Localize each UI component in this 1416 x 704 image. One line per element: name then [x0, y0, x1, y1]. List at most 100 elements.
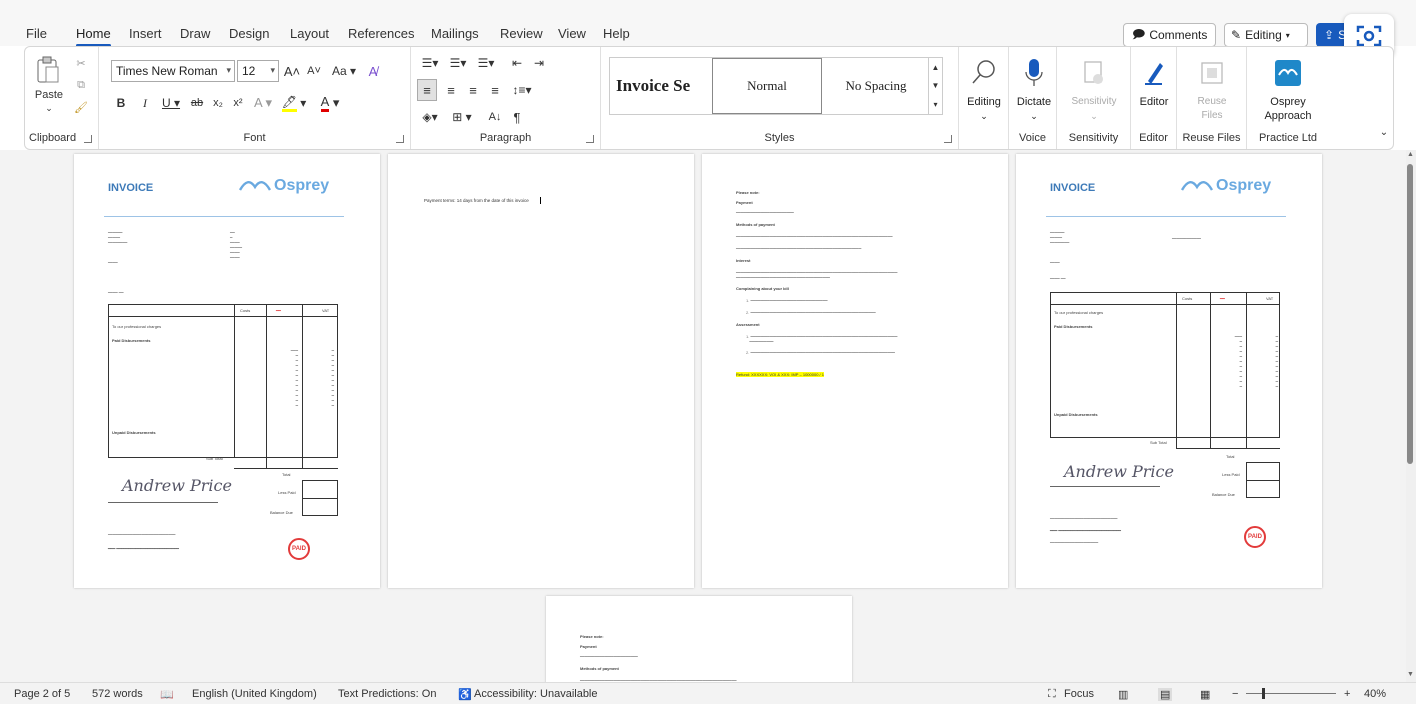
- styles-scroll-up-icon[interactable]: ▲: [928, 58, 942, 76]
- dictate-button[interactable]: Dictate ⌄: [1005, 55, 1063, 123]
- editor-button[interactable]: Editor: [1125, 55, 1183, 109]
- page-3[interactable]: Please note: Payment ━━━━━━━━━━━━━━━━━━━…: [702, 154, 1008, 588]
- justify-icon[interactable]: ≡: [485, 79, 505, 101]
- highlight-color-icon[interactable]: 🖊 ▾: [279, 93, 309, 113]
- tab-references[interactable]: References: [348, 26, 414, 41]
- focus-button[interactable]: Focus: [1064, 688, 1094, 700]
- align-left-icon[interactable]: ≡: [417, 79, 437, 101]
- shrink-font-icon[interactable]: A˅: [305, 61, 323, 81]
- zoom-slider[interactable]: [1246, 693, 1336, 694]
- collapse-ribbon-icon[interactable]: ⌄: [1377, 125, 1391, 139]
- format-painter-icon[interactable]: 🖌: [73, 99, 89, 115]
- sensitivity-button[interactable]: Sensitivity ⌄: [1065, 55, 1123, 123]
- document-canvas[interactable]: INVOICE Osprey ━━━━━━ ━━━━━ ━━━━━━━━ ━━ ━ ━━…: [0, 150, 1406, 682]
- language-status[interactable]: English (United Kingdom): [192, 688, 317, 700]
- sort-icon[interactable]: A↓: [485, 107, 505, 127]
- font-size-combo[interactable]: 12 ▾: [237, 60, 279, 82]
- zoom-level[interactable]: 40%: [1364, 688, 1386, 700]
- cut-icon[interactable]: ✂: [73, 55, 89, 71]
- page-2[interactable]: Payment terms: 14 days from the date of …: [388, 154, 694, 588]
- chevron-down-icon[interactable]: ⌄: [41, 103, 57, 114]
- styles-gallery: Invoice Se Normal No Spacing ▲ ▼ ▾: [609, 57, 943, 115]
- shading-icon[interactable]: ◈▾: [417, 107, 443, 127]
- change-case-icon[interactable]: Aa ▾: [329, 61, 359, 81]
- web-layout-icon[interactable]: ▦: [1200, 688, 1210, 701]
- paste-button[interactable]: Paste: [31, 89, 67, 101]
- copy-icon[interactable]: ⧉: [73, 77, 89, 93]
- comments-button[interactable]: 🗩 Comments: [1123, 23, 1216, 47]
- numbering-icon[interactable]: ☰▾: [445, 53, 471, 73]
- paragraph-launcher-icon[interactable]: [586, 135, 594, 143]
- align-right-icon[interactable]: ≡: [463, 79, 483, 101]
- multilevel-list-icon[interactable]: ☰▾: [473, 53, 499, 73]
- tab-file[interactable]: File: [26, 26, 47, 41]
- clipboard-launcher-icon[interactable]: [84, 135, 92, 143]
- reuse-files-button[interactable]: Reuse Files: [1183, 55, 1241, 123]
- styles-more-icon[interactable]: ▾: [928, 94, 942, 114]
- accessibility-status[interactable]: Accessibility: Unavailable: [474, 688, 598, 700]
- zoom-slider-thumb[interactable]: [1262, 688, 1265, 699]
- tab-home[interactable]: Home: [76, 26, 111, 47]
- brand-logo: Osprey: [238, 174, 329, 198]
- read-mode-icon[interactable]: ▥: [1118, 688, 1128, 701]
- invoice-no-text: ━━━━ ━━: [108, 290, 124, 295]
- page-count[interactable]: Page 2 of 5: [14, 688, 70, 700]
- font-launcher-icon[interactable]: [396, 135, 404, 143]
- style-invoice-section[interactable]: Invoice Se: [610, 58, 710, 114]
- decrease-indent-icon[interactable]: ⇤: [507, 53, 527, 73]
- text-predictions-status[interactable]: Text Predictions: On: [338, 688, 436, 700]
- osprey-approach-button[interactable]: Osprey Approach: [1259, 55, 1317, 123]
- align-center-icon[interactable]: ≡: [441, 79, 461, 101]
- paste-icon[interactable]: [33, 55, 63, 85]
- tab-view[interactable]: View: [558, 26, 586, 41]
- strikethrough-icon[interactable]: ab: [187, 93, 207, 113]
- table-col-rule: [266, 304, 267, 468]
- page-4[interactable]: INVOICE Osprey ━━━━━━ ━━━━━ ━━━━━━━━ ━━━━━…: [1016, 154, 1322, 588]
- subscript-icon[interactable]: x₂: [209, 93, 227, 113]
- editing-group: Editing ⌄: [959, 47, 1009, 149]
- header-rule: [104, 216, 344, 217]
- tab-help[interactable]: Help: [603, 26, 630, 41]
- print-layout-icon[interactable]: ▤: [1158, 688, 1173, 701]
- scroll-down-icon[interactable]: ▼: [1407, 671, 1414, 678]
- underline-icon[interactable]: U ▾: [159, 93, 183, 113]
- tab-design[interactable]: Design: [229, 26, 269, 41]
- font-color-icon[interactable]: A ▾: [315, 93, 345, 113]
- style-no-spacing[interactable]: No Spacing: [824, 58, 928, 114]
- show-formatting-icon[interactable]: ¶: [507, 107, 527, 127]
- focus-icon: ⛶: [1048, 688, 1056, 700]
- tab-review[interactable]: Review: [500, 26, 543, 41]
- grow-font-icon[interactable]: A˄: [283, 61, 301, 81]
- bank-details-text: ━━━ ━━━━━━━━━━━━━━━━━━━━━━━━━━: [1050, 528, 1121, 533]
- styles-launcher-icon[interactable]: [944, 135, 952, 143]
- bullets-icon[interactable]: ☰▾: [417, 53, 443, 73]
- proofing-icon[interactable]: 📖: [160, 688, 174, 701]
- tab-draw[interactable]: Draw: [180, 26, 210, 41]
- tab-mailings[interactable]: Mailings: [431, 26, 479, 41]
- italic-icon[interactable]: I: [137, 93, 153, 113]
- tab-insert[interactable]: Insert: [129, 26, 162, 41]
- scroll-up-icon[interactable]: ▲: [1407, 151, 1414, 158]
- line-spacing-icon[interactable]: ↕≡▾: [509, 79, 535, 101]
- scrollbar-thumb[interactable]: [1407, 164, 1413, 464]
- note-line: 2. ━━━━━━━━━━━━━━━━━━━━━━━━━━━━━━━━━━━━━…: [746, 350, 895, 355]
- page-1[interactable]: INVOICE Osprey ━━━━━━ ━━━━━ ━━━━━━━━ ━━ ━ ━━…: [74, 154, 380, 588]
- styles-scroll-down-icon[interactable]: ▼: [928, 76, 942, 94]
- chevron-down-icon: ⌄: [980, 111, 988, 121]
- clear-formatting-icon[interactable]: A̸: [363, 61, 383, 81]
- bold-icon[interactable]: B: [113, 93, 129, 113]
- word-count[interactable]: 572 words: [92, 688, 143, 700]
- osprey-logo-icon: [1272, 55, 1304, 91]
- zoom-out-icon[interactable]: −: [1232, 688, 1238, 700]
- tab-layout[interactable]: Layout: [290, 26, 329, 41]
- borders-icon[interactable]: ⊞ ▾: [447, 107, 477, 127]
- editing-mode-button[interactable]: ✎ Editing ▾: [1224, 23, 1308, 47]
- page-5[interactable]: Please note: Payment ━━━━━━━━━━━━━━━━━━━…: [546, 596, 852, 682]
- increase-indent-icon[interactable]: ⇥: [529, 53, 549, 73]
- zoom-in-icon[interactable]: +: [1344, 688, 1350, 700]
- vertical-scrollbar[interactable]: ▲ ▼: [1406, 150, 1416, 682]
- style-normal[interactable]: Normal: [712, 58, 822, 114]
- text-effects-icon[interactable]: A ▾: [251, 93, 275, 113]
- font-name-combo[interactable]: Times New Roman ▾: [111, 60, 235, 82]
- superscript-icon[interactable]: x²: [229, 93, 247, 113]
